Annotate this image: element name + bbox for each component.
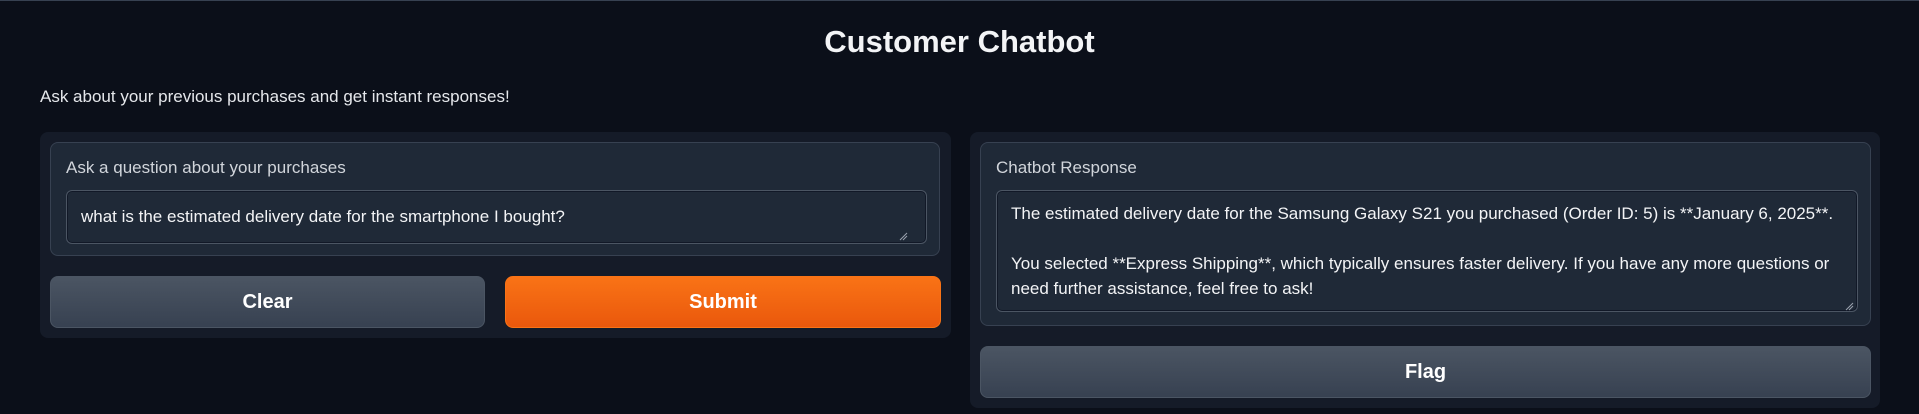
app-root: Customer Chatbot Ask about your previous… (0, 0, 1919, 414)
page-title: Customer Chatbot (824, 24, 1095, 59)
question-block: Ask a question about your purchases what… (50, 142, 940, 256)
question-label: Ask a question about your purchases (66, 158, 346, 177)
question-textarea[interactable]: what is the estimated delivery date for … (66, 190, 927, 244)
flag-button[interactable]: Flag (980, 346, 1871, 398)
resize-handle-icon[interactable] (1845, 302, 1854, 311)
top-divider (0, 0, 1919, 1)
response-block: Chatbot Response The estimated delivery … (980, 142, 1871, 326)
submit-button[interactable]: Submit (505, 276, 941, 328)
clear-button[interactable]: Clear (50, 276, 485, 328)
response-textarea[interactable]: The estimated delivery date for the Sams… (996, 190, 1858, 312)
response-label: Chatbot Response (996, 158, 1137, 177)
input-panel: Ask a question about your purchases what… (40, 132, 951, 338)
page-description: Ask about your previous purchases and ge… (40, 87, 510, 106)
output-panel: Chatbot Response The estimated delivery … (970, 132, 1880, 408)
resize-handle-icon[interactable] (899, 232, 908, 241)
